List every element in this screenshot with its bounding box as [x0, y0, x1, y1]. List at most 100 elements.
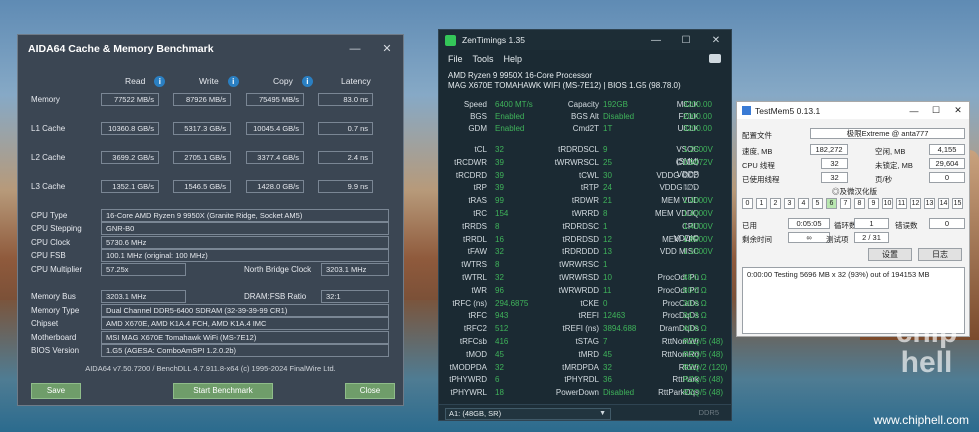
test-number-9[interactable]: 9 — [868, 198, 879, 209]
bios-label: BIOS Version — [31, 346, 80, 355]
minimize-icon[interactable]: — — [903, 106, 925, 116]
test-number-5[interactable]: 5 — [812, 198, 823, 209]
testmem5-logo-icon — [742, 106, 751, 115]
errors-label: 错误数 — [895, 221, 918, 230]
row-label: L3 Cache — [31, 182, 66, 191]
zentimings-logo-icon — [445, 34, 456, 46]
save-button[interactable]: Save — [31, 383, 81, 399]
timing-label: tWRWRDD — [558, 285, 599, 295]
maximize-icon[interactable]: ☐ — [671, 35, 701, 46]
timing-value: RZQ/5 (48) — [683, 388, 724, 398]
col-write: Write i — [199, 76, 239, 88]
timing-value: 32 — [495, 247, 504, 257]
row-label: L2 Cache — [31, 153, 66, 162]
timing-label: GDM — [468, 124, 487, 133]
menu-help[interactable]: Help — [504, 54, 523, 64]
timing-value: 1.4000V — [683, 196, 713, 206]
menu-tools[interactable]: Tools — [473, 54, 494, 64]
timing-value: Enabled — [495, 124, 525, 133]
test-number-4[interactable]: 4 — [798, 198, 809, 209]
timing-label: tRDRDDD — [562, 247, 599, 257]
timing-label: tMRDPDA — [562, 362, 599, 372]
used-threads-label: 已使用线程 — [742, 175, 780, 184]
timing-label: tPHYRDL — [564, 375, 599, 385]
close-icon[interactable]: ✕ — [947, 105, 969, 116]
info-icon[interactable]: i — [154, 76, 166, 88]
l2-latency: 2.4 ns — [318, 151, 373, 164]
memory-type-label: Memory Type — [31, 306, 80, 315]
log-button[interactable]: 日志 — [918, 248, 962, 261]
motherboard-label: Motherboard — [31, 333, 77, 342]
timing-value: 48.0 Ω — [683, 273, 707, 282]
memory-copy: 75495 MB/s — [246, 93, 304, 106]
maximize-icon[interactable]: ☐ — [925, 105, 947, 116]
test-number-6[interactable]: 6 — [826, 198, 837, 209]
test-number-0[interactable]: 0 — [742, 198, 753, 209]
memory-read: 77522 MB/s — [101, 93, 159, 106]
test-number-11[interactable]: 11 — [896, 198, 907, 209]
aida64-footer: AIDA64 v7.50.7200 / BenchDLL 4.7.911.8-x… — [85, 364, 336, 373]
settings-button[interactable]: 设置 — [868, 248, 912, 261]
cpu-name: AMD Ryzen 9 9950X 16-Core Processor — [448, 71, 593, 80]
test-label: 测试项 — [826, 235, 849, 244]
timing-label — [655, 259, 699, 271]
timing-value: 12463 — [603, 311, 626, 321]
dimm-select[interactable]: A1: (48GB, SR) ▼ — [445, 408, 611, 420]
test-number-3[interactable]: 3 — [784, 198, 795, 209]
test-number-13[interactable]: 13 — [924, 198, 935, 209]
memory-bus-value: 3203.1 MHz — [101, 290, 186, 303]
timing-value: 294.6875 — [495, 298, 529, 308]
used-threads-value: 32 — [821, 172, 848, 183]
timing-label: tWTRL — [462, 273, 487, 282]
timing-label: tWRWRSC — [559, 260, 599, 270]
cpu-clock-label: CPU Clock — [31, 238, 71, 247]
timing-label: tRP — [473, 183, 487, 193]
timing-value: 0.9472V — [683, 157, 713, 167]
l3-write: 1546.5 GB/s — [173, 180, 231, 193]
camera-icon[interactable] — [709, 54, 721, 63]
test-number-14[interactable]: 14 — [938, 198, 949, 209]
test-number-2[interactable]: 2 — [770, 198, 781, 209]
test-number-15[interactable]: 15 — [952, 198, 963, 209]
test-number-10[interactable]: 10 — [882, 198, 893, 209]
timing-value: 0 — [603, 298, 608, 308]
timing-value: 39 — [495, 170, 504, 180]
memory-latency: 83.0 ns — [318, 93, 373, 106]
timing-value: 1.8000V — [683, 234, 713, 244]
test-number-8[interactable]: 8 — [854, 198, 865, 209]
test-number-12[interactable]: 12 — [910, 198, 921, 209]
test-number-1[interactable]: 1 — [756, 198, 767, 209]
minimize-icon[interactable]: — — [641, 35, 671, 46]
l3-copy: 1428.0 GB/s — [246, 180, 304, 193]
close-button[interactable]: Close — [345, 383, 395, 399]
close-icon[interactable]: ✕ — [701, 35, 731, 46]
timing-value: 3200.00 — [683, 100, 712, 109]
cpu-fsb-label: CPU FSB — [31, 251, 66, 260]
close-icon[interactable]: ✕ — [371, 42, 403, 55]
elapsed-label: 已用 — [742, 221, 757, 230]
timing-label: tRDWR — [571, 196, 599, 206]
minimize-icon[interactable]: — — [339, 43, 371, 55]
test-number-7[interactable]: 7 — [840, 198, 851, 209]
row-label: Memory — [31, 95, 60, 104]
l3-latency: 9.9 ns — [318, 180, 373, 193]
timing-value: 34.3 Ω — [683, 311, 707, 321]
config-value[interactable]: 极限Extreme @ anta777 — [810, 128, 965, 139]
dram-ratio-value: 32:1 — [321, 290, 389, 303]
start-benchmark-button[interactable]: Start Benchmark — [173, 383, 273, 399]
timing-value: 11 — [603, 285, 612, 295]
timing-label: tPHYWRD — [449, 375, 487, 385]
menu-file[interactable]: File — [448, 54, 463, 64]
info-icon[interactable]: i — [301, 76, 313, 88]
l1-read: 10360.8 GB/s — [101, 122, 159, 135]
timing-label: tCL — [474, 145, 487, 154]
timing-label: PowerDown — [555, 388, 599, 398]
timing-label: tRRDL — [462, 234, 487, 244]
testmem5-titlebar: TestMem5 0.13.1 — ☐ ✕ — [737, 102, 969, 119]
timing-value: 3894.688 — [603, 324, 637, 334]
info-icon[interactable]: i — [227, 76, 239, 88]
timing-label: tRFC (ns) — [452, 298, 487, 308]
cpu-stepping-value: GNR-B0 — [101, 222, 389, 235]
timing-label: tRCDWR — [454, 157, 487, 167]
timing-label: BGS — [470, 112, 487, 121]
